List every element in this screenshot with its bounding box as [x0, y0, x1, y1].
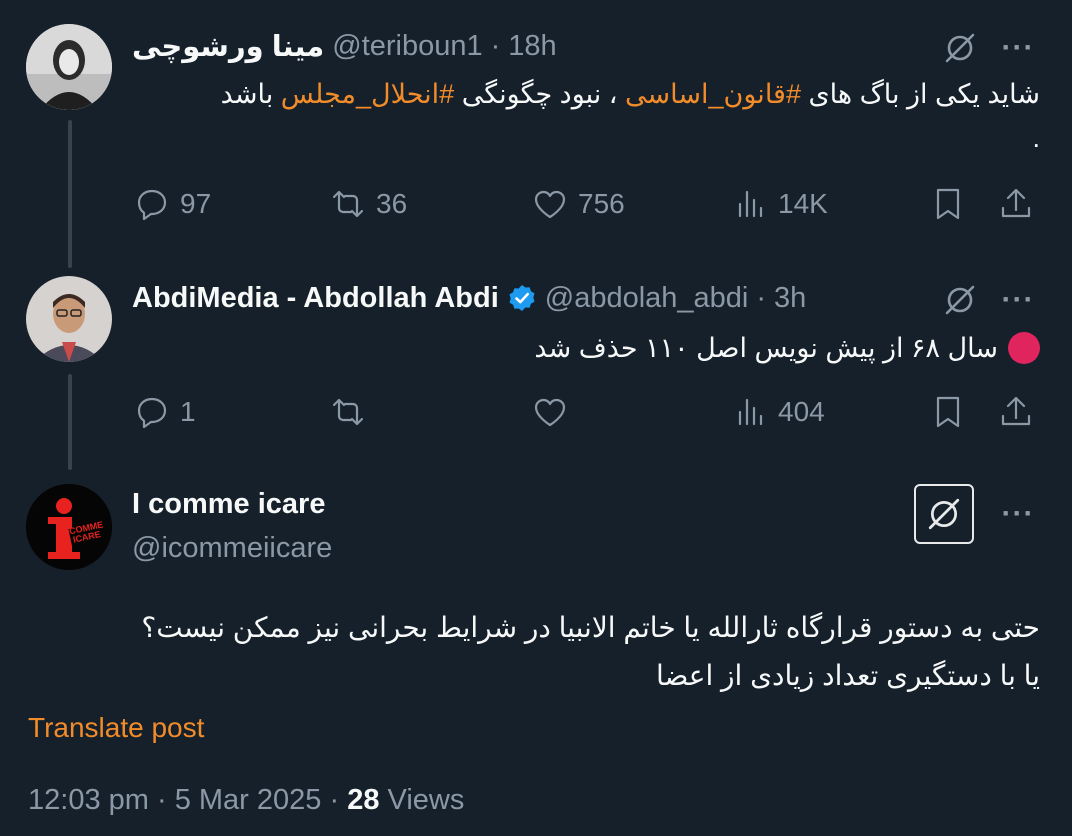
views-button[interactable]: 14K — [732, 186, 828, 222]
display-name[interactable]: I comme icare — [132, 488, 325, 521]
grok-icon — [945, 285, 975, 315]
grok-icon — [928, 498, 960, 530]
grok-button[interactable] — [940, 280, 980, 320]
like-count: 756 — [578, 188, 625, 219]
share-button[interactable] — [998, 186, 1034, 222]
heart-icon — [534, 190, 566, 219]
repost-button[interactable]: 36 — [330, 186, 407, 222]
reply-button[interactable]: 1 — [134, 394, 196, 430]
thread-line — [68, 374, 72, 470]
views-count: 28 — [347, 784, 380, 816]
reply-count: 97 — [180, 188, 212, 219]
tweet2-actions: 1 404 — [130, 394, 1040, 438]
separator: · — [148, 784, 175, 816]
red-circle-emoji — [1008, 332, 1040, 364]
views-icon — [738, 190, 763, 218]
grok-button[interactable] — [914, 484, 974, 544]
grok-button[interactable] — [940, 28, 980, 68]
separator: · — [321, 784, 348, 816]
bookmark-icon — [936, 396, 960, 428]
tweet-text: ، نبود چگونگی — [454, 79, 626, 109]
avatar-image — [26, 24, 112, 110]
timestamp[interactable]: 3h — [774, 282, 806, 315]
tweet2-header: AbdiMedia - Abdollah Abdi @abdolah_abdi … — [132, 278, 806, 318]
hashtag-link[interactable]: #قانون_اساسی — [625, 79, 801, 109]
reply-count: 1 — [180, 396, 196, 427]
avatar-image — [26, 276, 112, 362]
handle[interactable]: @teriboun1 — [332, 30, 482, 63]
reply-icon — [137, 397, 167, 429]
tweet-text: حتی به دستور قرارگاه ثارالله یا خاتم الا… — [141, 612, 1040, 643]
display-name[interactable]: مینا ورشوچی — [132, 29, 324, 64]
views-label: Views — [379, 784, 465, 816]
repost-icon — [332, 190, 364, 218]
handle[interactable]: @icommeiicare — [132, 532, 332, 565]
bookmark-button[interactable] — [930, 394, 966, 430]
tweet1-actions: 97 36 756 14K — [130, 186, 1040, 230]
reply-icon — [137, 189, 167, 221]
tweet1-text: شاید یکی از باگ های #قانون_اساسی ، نبود … — [130, 72, 1040, 160]
repost-count: 36 — [376, 188, 408, 219]
hashtag-link[interactable]: #انحلال_مجلس — [281, 79, 454, 109]
share-icon — [1001, 188, 1031, 218]
tweet2-text: سال ۶۸ از پیش نویس اصل ۱۱۰ حذف شد — [130, 326, 1040, 370]
avatar-teriboun1[interactable] — [26, 24, 112, 110]
views-icon — [738, 398, 763, 426]
tweet-text: یا با دستگیری تعداد زیادی از اعضا — [655, 660, 1040, 691]
avatar-abdolah-abdi[interactable] — [26, 276, 112, 362]
views-count: 404 — [778, 396, 825, 427]
repost-icon — [332, 398, 364, 426]
tweet-text: . — [1032, 123, 1040, 153]
more-icon[interactable]: ··· — [996, 494, 1040, 534]
tweet1-header: مینا ورشوچی @teriboun1 · 18h — [132, 26, 557, 66]
more-icon[interactable]: ··· — [996, 28, 1040, 68]
repost-button[interactable] — [330, 394, 376, 430]
avatar-icommeiicare[interactable]: COMME ICARE — [26, 484, 112, 570]
reply-button[interactable]: 97 — [134, 186, 211, 222]
tweet-text: باشد — [220, 79, 281, 109]
like-button[interactable]: 756 — [532, 186, 625, 222]
post-date[interactable]: 5 Mar 2025 — [175, 784, 322, 816]
post-metadata: 12:03 pm · 5 Mar 2025 · 28 Views — [28, 784, 464, 817]
bookmark-button[interactable] — [930, 186, 966, 222]
tweet3-text: حتی به دستور قرارگاه ثارالله یا خاتم الا… — [130, 604, 1040, 700]
share-icon — [1001, 396, 1031, 426]
handle[interactable]: @abdolah_abdi — [545, 282, 749, 315]
timestamp[interactable]: 18h — [508, 30, 556, 63]
views-count: 14K — [778, 188, 828, 219]
display-name[interactable]: AbdiMedia - Abdollah Abdi — [132, 282, 499, 315]
separator: · — [490, 29, 501, 62]
thread-line — [68, 120, 72, 268]
verified-badge-icon — [509, 285, 535, 311]
share-button[interactable] — [998, 394, 1034, 430]
like-button[interactable] — [532, 394, 578, 430]
bookmark-icon — [936, 188, 960, 220]
views-button[interactable]: 404 — [732, 394, 825, 430]
separator: · — [756, 281, 767, 314]
more-icon[interactable]: ··· — [996, 280, 1040, 320]
heart-icon — [534, 398, 566, 427]
tweet-text: شاید یکی از باگ های — [800, 79, 1040, 109]
grok-icon — [945, 33, 975, 63]
tweet-text: سال ۶۸ از پیش نویس اصل ۱۱۰ حذف شد — [534, 333, 998, 363]
translate-post-link[interactable]: Translate post — [28, 712, 204, 744]
post-time[interactable]: 12:03 pm — [28, 784, 149, 816]
